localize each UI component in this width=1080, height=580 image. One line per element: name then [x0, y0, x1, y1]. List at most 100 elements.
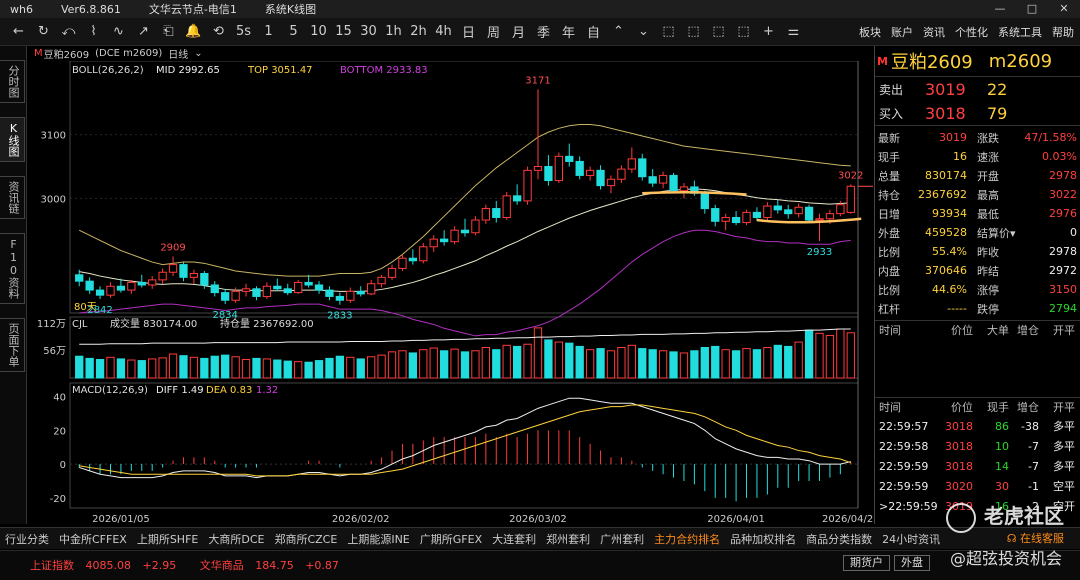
menu-personalize[interactable]: 个性化: [955, 24, 988, 40]
quote-label: 现手: [878, 150, 900, 164]
volume-bar: [200, 357, 209, 379]
toolbar-item-9[interactable]: 5s: [231, 24, 256, 39]
toolbar-item-6[interactable]: ⎗: [156, 24, 181, 39]
toolbar-item-15[interactable]: 1h: [381, 24, 406, 39]
market-tab-7[interactable]: 大连套利: [487, 531, 541, 547]
volume-bar: [606, 350, 616, 379]
market-tab-12[interactable]: 商品分类指数: [801, 531, 877, 547]
market-tab-6[interactable]: 广期所GFEX: [415, 531, 487, 547]
volume-bar: [262, 358, 272, 379]
candle-body: [544, 166, 553, 182]
market-tab-8[interactable]: 郑州套利: [541, 531, 595, 547]
market-tab-11[interactable]: 品种加权排名: [725, 531, 801, 547]
menu-account[interactable]: 账户: [891, 24, 913, 40]
toolbar-item-7[interactable]: 🔔: [181, 24, 206, 39]
quote-code: m2609: [988, 50, 1053, 72]
index2-name[interactable]: 文华商品: [200, 559, 244, 572]
volume-bar: [815, 332, 824, 379]
market-tab-3[interactable]: 大商所DCE: [203, 531, 269, 547]
volume-bar: [585, 349, 595, 379]
chevron-down-icon[interactable]: ⌄: [194, 48, 202, 59]
index1-name[interactable]: 上证指数: [30, 559, 74, 572]
toolbar-item-20[interactable]: 月: [506, 22, 531, 41]
futures-account-button[interactable]: 期货户: [843, 555, 890, 571]
quote-value: 93934: [932, 207, 967, 220]
toolbar-item-27[interactable]: ⬚: [681, 24, 706, 39]
foreign-market-button[interactable]: 外盘: [894, 555, 930, 571]
toolbar-item-5[interactable]: ↗: [131, 24, 156, 39]
candle-body: [502, 195, 511, 218]
tab-kline[interactable]: K线图: [0, 117, 25, 162]
toolbar-item-3[interactable]: ⌇: [81, 24, 106, 39]
toolbar-item-11[interactable]: 5: [281, 24, 306, 39]
quote-label[interactable]: 结算价▾: [967, 225, 1021, 241]
toolbar-item-24[interactable]: ⌃: [606, 24, 631, 39]
menu-news[interactable]: 资讯: [923, 24, 945, 40]
volume-bar: [116, 358, 126, 379]
volume-bar: [231, 356, 240, 379]
toolbar-item-16[interactable]: 2h: [406, 24, 431, 39]
candle-body: [575, 160, 584, 176]
market-tab-2[interactable]: 上期所SHFE: [132, 531, 204, 547]
toolbar-item-12[interactable]: 10: [306, 24, 331, 39]
toolbar-item-2[interactable]: ⤺: [56, 24, 81, 39]
ask-row[interactable]: 卖出 3019 22: [875, 77, 1080, 101]
toolbar-item-0[interactable]: ←: [6, 24, 31, 39]
kline-chart[interactable]: 3100 3000 BOLL(26,26,2) MID 2992.65 TOP 3051…: [28, 61, 873, 524]
index2-change: +0.87: [305, 559, 339, 572]
watermark-author: @超弦投资机会: [949, 549, 1062, 568]
toolbar-item-8[interactable]: ⟲: [206, 24, 231, 39]
toolbar-item-18[interactable]: 日: [456, 22, 481, 41]
close-button[interactable]: ✕: [1048, 0, 1080, 18]
toolbar-item-29[interactable]: ⬚: [731, 24, 756, 39]
index1-value: 4085.08: [85, 559, 132, 572]
menu-sector[interactable]: 板块: [859, 24, 881, 40]
volume-bar: [283, 360, 292, 379]
candle-body: [460, 229, 470, 234]
candle-body: [221, 292, 230, 301]
volume-value: 成交量 830174.00: [110, 317, 197, 330]
market-tab-1[interactable]: 中金所CFFEX: [54, 531, 132, 547]
tick2-col-price: 价位: [951, 401, 973, 414]
market-tab-5[interactable]: 上期能源INE: [342, 531, 414, 547]
market-tab-4[interactable]: 郑商所CZCE: [269, 531, 342, 547]
period-selector[interactable]: 日线: [168, 46, 188, 61]
minimize-button[interactable]: —: [984, 0, 1016, 18]
toolbar-item-22[interactable]: 年: [556, 22, 581, 41]
tab-order[interactable]: 页面下单: [0, 318, 25, 372]
bid-row[interactable]: 买入 3018 79: [875, 101, 1080, 125]
candle-body: [387, 267, 397, 278]
toolbar-item-19[interactable]: 周: [481, 22, 506, 41]
quote-label: 比例: [878, 283, 900, 297]
candle-body: [241, 288, 251, 292]
server-node[interactable]: 文华云节点-电信1: [149, 1, 237, 17]
toolbar-item-28[interactable]: ⬚: [706, 24, 731, 39]
maximize-button[interactable]: □: [1016, 0, 1048, 18]
market-tab-0[interactable]: 行业分类: [0, 531, 54, 547]
candle-body: [335, 295, 345, 301]
market-tab-9[interactable]: 广州套利: [595, 531, 649, 547]
tab-news-chain[interactable]: 资讯链: [0, 176, 25, 219]
toolbar-item-17[interactable]: 4h: [431, 24, 456, 39]
toolbar-item-26[interactable]: ⬚: [656, 24, 681, 39]
market-tab-10[interactable]: 主力合约排名: [649, 531, 725, 547]
menu-system-tools[interactable]: 系统工具: [998, 24, 1042, 40]
tab-timeshare[interactable]: 分时图: [0, 60, 25, 103]
y-tick-label: 3000: [41, 194, 66, 205]
contract-exchange: (DCE m2609): [95, 48, 163, 59]
toolbar-item-23[interactable]: 自: [581, 22, 606, 41]
tab-f10[interactable]: F10资料: [0, 233, 25, 304]
toolbar-item-25[interactable]: ⌄: [631, 24, 656, 39]
toolbar-item-1[interactable]: ↻: [31, 24, 56, 39]
volume-bar: [700, 347, 709, 379]
toolbar-item-30[interactable]: +: [756, 24, 781, 39]
toolbar-item-14[interactable]: 30: [356, 24, 381, 39]
volume-bar: [575, 345, 584, 379]
toolbar-item-31[interactable]: ⚌: [781, 24, 806, 39]
toolbar-item-21[interactable]: 季: [531, 22, 556, 41]
toolbar-item-4[interactable]: ∿: [106, 24, 131, 39]
toolbar-item-13[interactable]: 15: [331, 24, 356, 39]
menu-help[interactable]: 帮助: [1052, 24, 1074, 40]
toolbar-item-10[interactable]: 1: [256, 24, 281, 39]
market-tab-13[interactable]: 24小时资讯: [877, 531, 945, 547]
